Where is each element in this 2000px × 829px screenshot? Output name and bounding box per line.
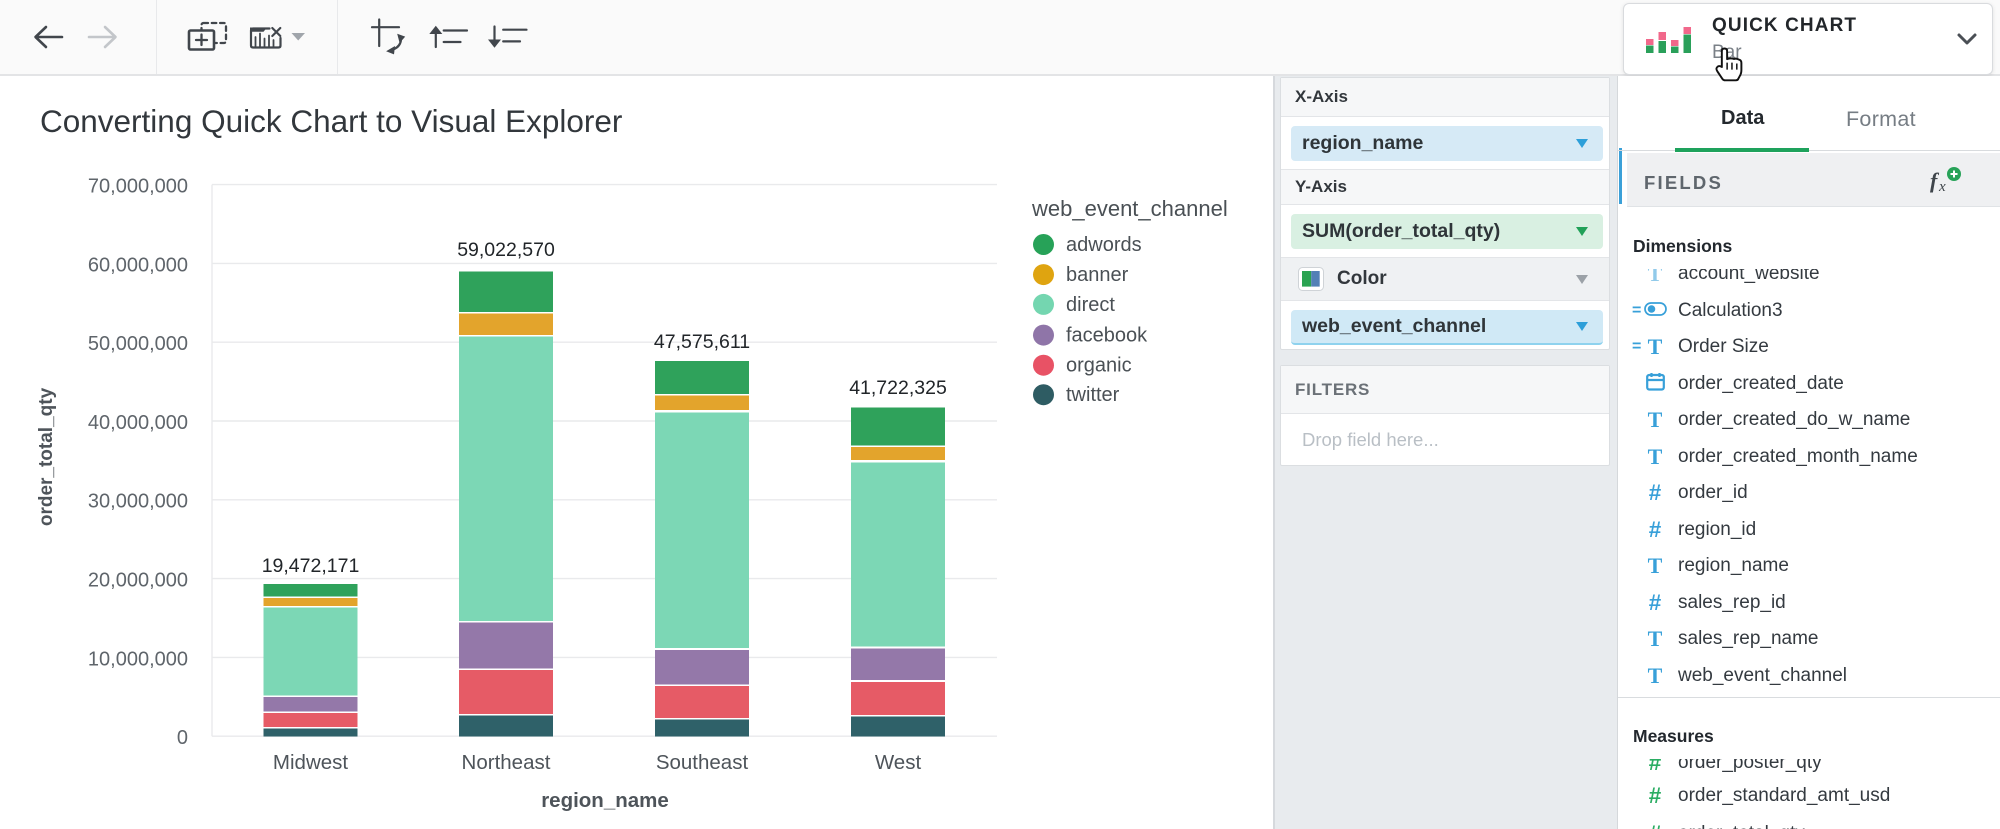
svg-text:59,022,570: 59,022,570 [457, 239, 555, 261]
svg-text:Converting Quick Chart to Visu: Converting Quick Chart to Visual Explore… [40, 103, 622, 139]
svg-text:10,000,000: 10,000,000 [88, 648, 188, 670]
svg-text:47,575,611: 47,575,611 [654, 331, 750, 353]
svg-text:50,000,000: 50,000,000 [88, 333, 188, 355]
svg-text:20,000,000: 20,000,000 [88, 570, 188, 592]
svg-text:web_event_channel: web_event_channel [1031, 196, 1228, 221]
svg-text:West: West [875, 751, 922, 774]
svg-text:organic: organic [1066, 355, 1132, 377]
svg-text:x: x [1938, 179, 1946, 194]
svg-text:facebook: facebook [1066, 325, 1148, 347]
svg-text:30,000,000: 30,000,000 [88, 491, 188, 513]
svg-text:0: 0 [177, 727, 188, 749]
svg-text:banner: banner [1066, 264, 1129, 286]
svg-text:60,000,000: 60,000,000 [88, 254, 188, 276]
svg-text:41,722,325: 41,722,325 [849, 377, 947, 399]
svg-text:Northeast: Northeast [462, 751, 551, 774]
svg-text:twitter: twitter [1066, 384, 1120, 406]
svg-text:19,472,171: 19,472,171 [262, 555, 360, 577]
svg-text:adwords: adwords [1066, 234, 1142, 256]
svg-text:40,000,000: 40,000,000 [88, 412, 188, 434]
svg-text:direct: direct [1066, 294, 1115, 316]
svg-text:Midwest: Midwest [273, 751, 348, 774]
svg-text:Southeast: Southeast [656, 751, 749, 774]
svg-text:region_name: region_name [541, 789, 669, 812]
svg-text:order_total_qty: order_total_qty [36, 387, 57, 526]
svg-text:70,000,000: 70,000,000 [88, 176, 188, 198]
